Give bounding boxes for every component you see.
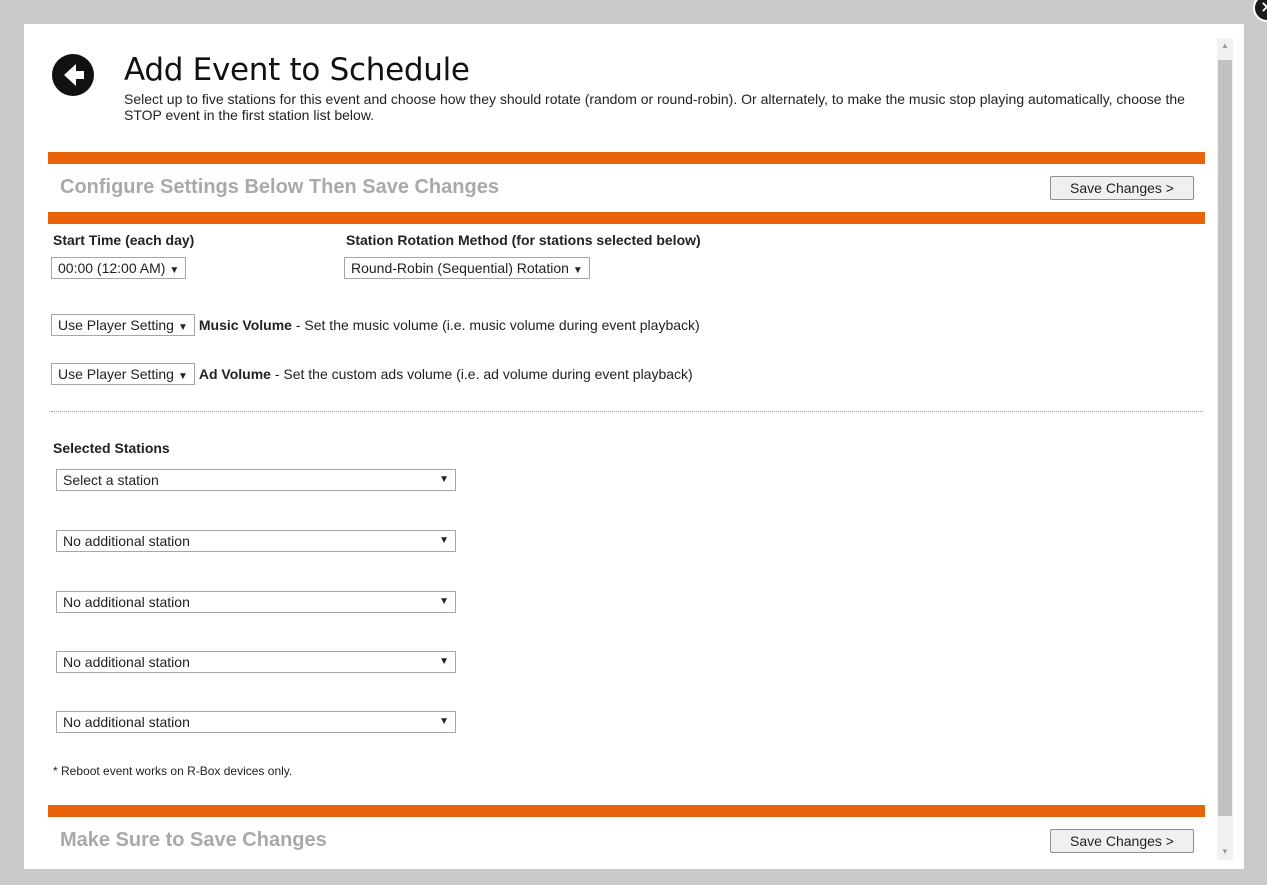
caret-down-icon: ▼ [439, 474, 449, 485]
save-changes-button-top[interactable]: Save Changes > [1050, 176, 1194, 200]
station-select-value: No additional station [63, 533, 190, 549]
start-time-value: 00:00 (12:00 AM) [58, 260, 166, 276]
caret-down-icon: ▼ [439, 716, 449, 727]
bottom-divider-bar [48, 805, 1205, 817]
start-time-label: Start Time (each day) [53, 232, 195, 248]
music-volume-description: - Set the music volume (i.e. music volum… [291, 317, 700, 333]
settings-divider-bar [48, 212, 1205, 224]
rotation-method-value: Round-Robin (Sequential) Rotation [351, 260, 569, 276]
ad-volume-description: - Set the custom ads volume (i.e. ad vol… [270, 366, 693, 382]
save-reminder-heading: Make Sure to Save Changes [60, 829, 327, 851]
music-volume-row: Use Player Setting ▼ Music Volume - Set t… [51, 314, 700, 336]
caret-down-icon: ▼ [572, 265, 583, 276]
scroll-down-arrow-icon[interactable]: ▼ [1217, 844, 1233, 860]
caret-down-icon: ▼ [177, 371, 188, 382]
station-select-value: No additional station [63, 594, 190, 610]
section-separator [51, 411, 1203, 412]
station-select-4[interactable]: No additional station ▼ [56, 651, 456, 673]
station-select-1[interactable]: Select a station ▼ [56, 469, 456, 491]
ad-volume-value: Use Player Setting [58, 366, 174, 382]
station-select-value: No additional station [63, 714, 190, 730]
reboot-footnote: * Reboot event works on R-Box devices on… [53, 764, 293, 778]
top-divider-bar [48, 152, 1205, 164]
station-select-value: No additional station [63, 654, 190, 670]
start-time-select[interactable]: 00:00 (12:00 AM) ▼ [51, 257, 187, 279]
selected-stations-label: Selected Stations [53, 440, 170, 456]
caret-down-icon: ▼ [177, 322, 188, 333]
caret-down-icon: ▼ [439, 656, 449, 667]
save-changes-button-bottom[interactable]: Save Changes > [1050, 829, 1194, 853]
add-event-modal: Add Event to Schedule Select up to five … [24, 24, 1244, 869]
music-volume-label: Music Volume [198, 317, 292, 333]
station-select-5[interactable]: No additional station ▼ [56, 711, 456, 733]
page-description: Select up to five stations for this even… [124, 91, 1185, 123]
arrow-left-circle-icon[interactable] [52, 54, 94, 96]
ad-volume-select[interactable]: Use Player Setting ▼ [51, 363, 195, 385]
rotation-method-select[interactable]: Round-Robin (Sequential) Rotation ▼ [344, 257, 590, 279]
caret-down-icon: ▼ [439, 535, 449, 546]
station-select-value: Select a station [63, 472, 159, 488]
ad-volume-label: Ad Volume [198, 366, 271, 382]
scroll-up-arrow-icon[interactable]: ▲ [1217, 38, 1233, 54]
close-icon[interactable]: × [1253, 0, 1267, 22]
scrollbar-thumb[interactable] [1218, 60, 1232, 816]
ad-volume-row: Use Player Setting ▼ Ad Volume - Set the … [51, 363, 693, 385]
music-volume-value: Use Player Setting [58, 317, 174, 333]
vertical-scrollbar[interactable]: ▲ ▼ [1217, 38, 1233, 860]
configure-heading: Configure Settings Below Then Save Chang… [60, 176, 499, 198]
station-select-2[interactable]: No additional station ▼ [56, 530, 456, 552]
rotation-method-label: Station Rotation Method (for stations se… [346, 232, 701, 248]
music-volume-select[interactable]: Use Player Setting ▼ [51, 314, 195, 336]
caret-down-icon: ▼ [169, 265, 180, 276]
station-select-3[interactable]: No additional station ▼ [56, 591, 456, 613]
page-title: Add Event to Schedule [124, 52, 470, 88]
caret-down-icon: ▼ [439, 596, 449, 607]
